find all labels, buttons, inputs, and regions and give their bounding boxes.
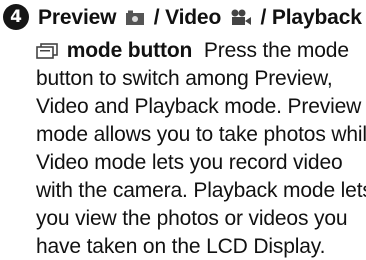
- body-line-6: with the camera. Playback mode lets: [36, 179, 366, 202]
- body-line-5: Video mode lets you record video: [36, 151, 343, 174]
- playback-icon: [36, 43, 58, 59]
- title-line: Preview / Video / Playback: [38, 5, 362, 31]
- video-label: / Video: [153, 6, 222, 29]
- camera-icon: [126, 10, 145, 25]
- video-camera-icon: [231, 9, 251, 25]
- body-line-4: mode allows you to take photos while: [36, 123, 366, 146]
- body-line-8: have taken on the LCD Display.: [36, 235, 326, 258]
- manual-section: 4 Preview / Video / Playback mode button…: [0, 0, 366, 258]
- body-line-1: mode button Press the mode: [36, 38, 349, 64]
- mode-button-label: mode button: [66, 39, 193, 62]
- body-line-2: button to switch among Preview,: [36, 67, 333, 90]
- step-number-badge: 4: [3, 4, 29, 30]
- preview-label: Preview: [38, 6, 117, 29]
- body-text-1: Press the mode: [203, 39, 349, 62]
- playback-label: / Playback: [260, 6, 362, 29]
- body-line-3: Video and Playback mode. Preview: [36, 95, 362, 118]
- body-line-7: you view the photos or videos you: [36, 207, 348, 230]
